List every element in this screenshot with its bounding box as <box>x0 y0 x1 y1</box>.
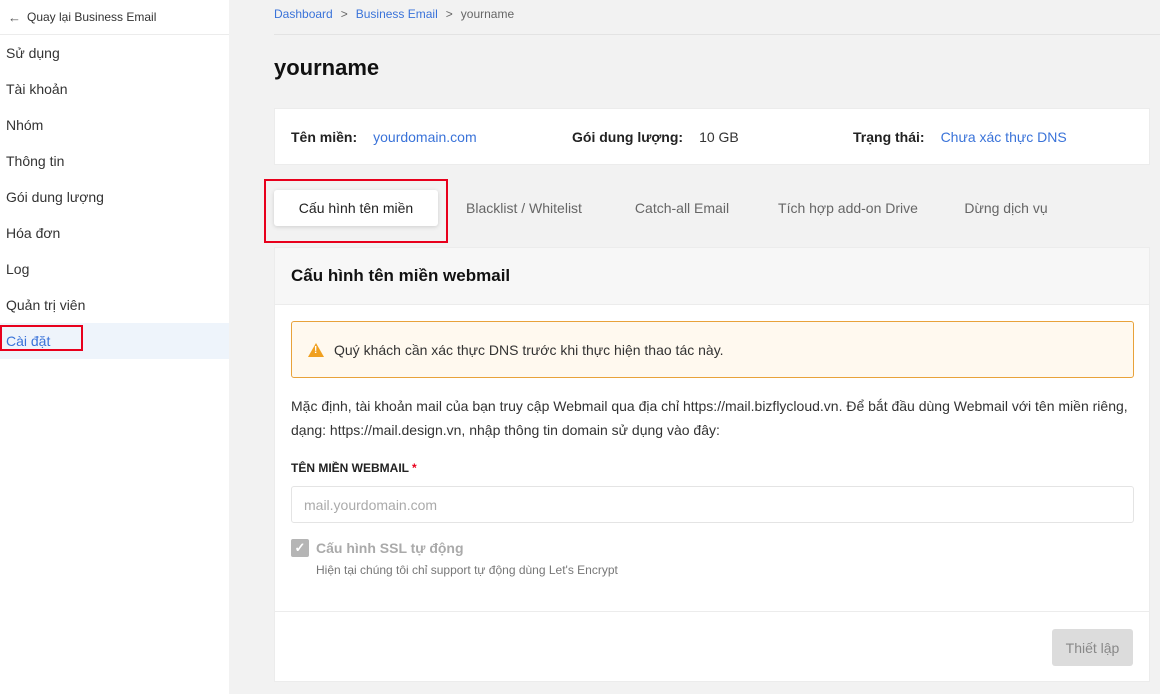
highlight-outline <box>264 179 448 243</box>
tab-blacklist-whitelist[interactable]: Blacklist / Whitelist <box>448 185 600 231</box>
settings-tabs: Cấu hình tên miền Blacklist / Whitelist … <box>264 179 1150 243</box>
sidebar-item-groups[interactable]: Nhóm <box>0 107 229 143</box>
sidebar-item-info[interactable]: Thông tin <box>0 143 229 179</box>
ssl-auto-label: Cấu hình SSL tự động <box>316 540 464 556</box>
webmail-domain-config-card: Cấu hình tên miền webmail Quý khách cần … <box>274 247 1150 682</box>
breadcrumb-separator: > <box>445 7 453 21</box>
plan-info: Gói dung lượng: 10 GB <box>572 129 739 145</box>
sidebar-item-settings[interactable]: Cài đặt <box>0 323 229 359</box>
webmail-domain-label: TÊN MIỀN WEBMAIL * <box>291 461 417 475</box>
breadcrumb-business-email[interactable]: Business Email <box>356 7 438 21</box>
status-info: Trạng thái: Chưa xác thực DNS <box>853 129 1067 145</box>
plan-value: 10 GB <box>699 128 739 145</box>
divider <box>274 34 1160 35</box>
back-link-label: Quay lại Business Email <box>27 10 157 24</box>
tab-stop-service[interactable]: Dừng dịch vụ <box>950 185 1062 231</box>
breadcrumb-current: yourname <box>460 7 515 21</box>
domain-info: Tên miền: yourdomain.com <box>291 129 477 145</box>
breadcrumb-separator: > <box>340 7 348 21</box>
sidebar-item-admins[interactable]: Quản trị viên <box>0 287 229 323</box>
sidebar: ← Quay lại Business Email Sử dụng Tài kh… <box>0 0 229 694</box>
check-icon: ✓ <box>294 540 306 555</box>
highlight-outline <box>0 325 83 351</box>
setup-button[interactable]: Thiết lập <box>1052 629 1133 666</box>
webmail-domain-input[interactable] <box>291 486 1134 523</box>
breadcrumb-dashboard[interactable]: Dashboard <box>274 7 333 21</box>
back-to-business-email-link[interactable]: ← Quay lại Business Email <box>0 0 229 35</box>
domain-label: Tên miền: <box>291 128 358 145</box>
main-content: Dashboard > Business Email > yourname yo… <box>229 0 1160 694</box>
card-title: Cấu hình tên miền webmail <box>275 248 1149 305</box>
breadcrumb: Dashboard > Business Email > yourname <box>274 7 514 21</box>
status-value-link[interactable]: Chưa xác thực DNS <box>941 129 1067 145</box>
sidebar-item-log[interactable]: Log <box>0 251 229 287</box>
tab-drive-addon[interactable]: Tích hợp add-on Drive <box>764 185 932 231</box>
account-info-card: Tên miền: yourdomain.com Gói dung lượng:… <box>274 108 1150 165</box>
page-title: yourname <box>274 55 380 80</box>
required-marker: * <box>412 461 417 475</box>
webmail-description: Mặc định, tài khoản mail của bạn truy cậ… <box>291 398 1128 438</box>
tab-domain-config[interactable]: Cấu hình tên miền <box>264 179 448 243</box>
ssl-hint: Hiện tại chúng tôi chỉ support tự động d… <box>316 563 618 577</box>
plan-label: Gói dung lượng: <box>572 128 684 145</box>
tab-catch-all-email[interactable]: Catch-all Email <box>616 185 748 231</box>
sidebar-item-storage-plan[interactable]: Gói dung lượng <box>0 179 229 215</box>
alert-text: Quý khách cần xác thực DNS trước khi thự… <box>334 341 724 358</box>
sidebar-item-accounts[interactable]: Tài khoản <box>0 71 229 107</box>
arrow-left-icon: ← <box>8 9 21 25</box>
sidebar-item-invoices[interactable]: Hóa đơn <box>0 215 229 251</box>
dns-warning-alert: Quý khách cần xác thực DNS trước khi thự… <box>291 321 1134 378</box>
ssl-auto-checkbox[interactable]: ✓ <box>291 539 309 557</box>
divider <box>275 611 1149 612</box>
domain-value-link[interactable]: yourdomain.com <box>373 129 477 145</box>
sidebar-item-usage[interactable]: Sử dụng <box>0 35 229 71</box>
status-label: Trạng thái: <box>853 128 925 145</box>
warning-icon <box>308 342 324 357</box>
